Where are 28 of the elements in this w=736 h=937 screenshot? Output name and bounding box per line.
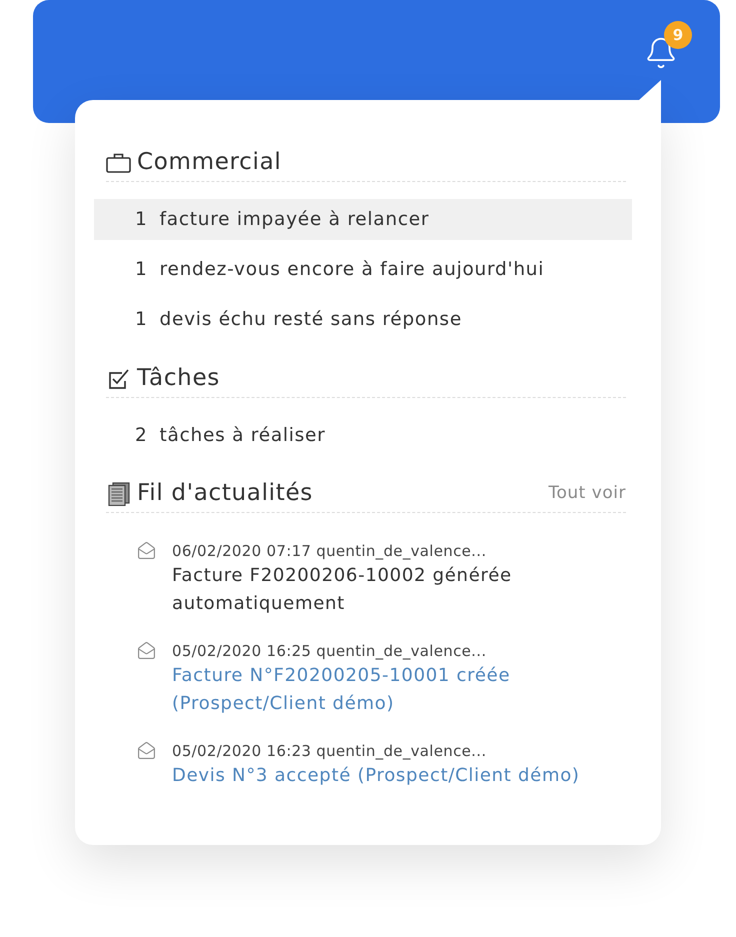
section-title: Tâches (137, 367, 220, 390)
notification-badge: 9 (664, 21, 692, 49)
news-link[interactable]: Devis N°3 accepté (Prospect/Client démo) (172, 762, 580, 790)
notification-label: facture impayée à relancer (160, 208, 430, 232)
count-text: 1 (135, 258, 148, 282)
section-title: Fil d'actualités (137, 482, 313, 505)
news-author: quentin_de_valence... (316, 640, 486, 662)
envelope-icon (137, 741, 156, 760)
envelope-icon (137, 541, 156, 560)
newspaper-icon (108, 482, 130, 506)
checkbox-icon (108, 368, 130, 388)
section-title: Commercial (137, 151, 282, 174)
briefcase-icon (106, 152, 131, 172)
news-date: 05/02/2020 16:25 (172, 640, 312, 662)
count-text: 1 (135, 208, 148, 232)
news-author: quentin_de_valence... (316, 540, 486, 562)
envelope-icon (137, 641, 156, 660)
news-date: 05/02/2020 16:23 (172, 740, 312, 762)
news-link[interactable]: Facture N°F20200205-10001 créée (Prospect/Client démo) (172, 662, 626, 718)
news-author: quentin_de_valence... (316, 740, 486, 762)
news-message: Facture F20200206-10002 générée automatiquement (172, 564, 513, 616)
count-text: 2 (135, 424, 148, 448)
notification-label: tâches à réaliser (160, 424, 326, 448)
notification-label: devis échu resté sans réponse (160, 308, 462, 332)
notification-label: rendez-vous encore à faire aujourd'hui (160, 258, 544, 282)
news-date: 06/02/2020 07:17 (172, 540, 312, 562)
notification-row[interactable]: 1 facture impayée à relancer (94, 199, 632, 240)
count-text: 1 (135, 308, 148, 332)
